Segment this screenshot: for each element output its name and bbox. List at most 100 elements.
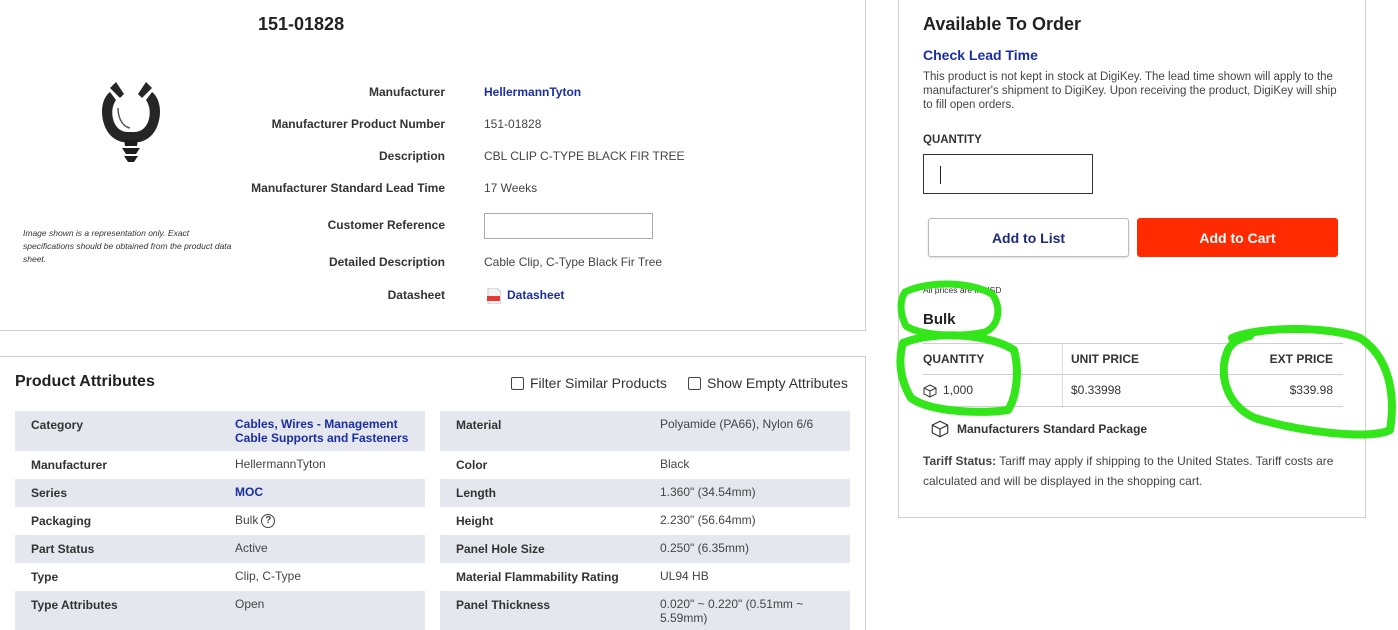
text-cursor: [940, 166, 941, 184]
table-row: Series MOC: [15, 479, 425, 507]
series-link[interactable]: MOC: [235, 485, 263, 499]
attr-name: Part Status: [31, 542, 95, 556]
table-row: Packaging Bulk?: [15, 507, 425, 535]
detail-label: Customer Reference: [327, 218, 445, 232]
attr-value: Clip, C-Type: [235, 569, 302, 583]
box-icon: [931, 420, 949, 438]
attr-value: 0.250" (6.35mm): [660, 541, 749, 555]
attr-name: Material Flammability Rating: [456, 570, 619, 584]
detail-row-manufacturer: Manufacturer HellermannTyton: [0, 85, 866, 105]
table-row: Part Status Active: [15, 535, 425, 563]
detail-value: 151-01828: [484, 117, 542, 131]
detail-row-mpn: Manufacturer Product Number 151-01828: [0, 117, 866, 137]
unit-price: $0.33998: [1071, 383, 1122, 397]
attr-value: Polyamide (PA66), Nylon 6/6: [660, 417, 814, 431]
pdf-icon: [487, 288, 501, 304]
header-unit-price: UNIT PRICE: [1071, 352, 1140, 366]
attr-value: Black: [660, 457, 690, 471]
detail-value: 17 Weeks: [484, 181, 538, 195]
attr-value: Active: [235, 541, 268, 555]
detail-row-lead-time: Manufacturer Standard Lead Time 17 Weeks: [0, 181, 866, 201]
table-row: Manufacturer HellermannTyton: [15, 451, 425, 479]
attr-name: Length: [456, 486, 496, 500]
attr-value: Bulk?: [235, 513, 276, 528]
tariff-status: Tariff Status: Tariff may apply if shipp…: [923, 451, 1343, 491]
check-lead-time-link[interactable]: Check Lead Time: [923, 47, 1038, 63]
attr-value: UL94 HB: [660, 569, 709, 583]
show-empty-checkbox[interactable]: [688, 376, 701, 390]
lead-time-note: This product is not kept in stock at Dig…: [923, 71, 1337, 111]
manufacturer-link[interactable]: HellermannTyton: [484, 85, 581, 99]
standard-package-note: Manufacturers Standard Package: [931, 420, 1147, 438]
table-row: Type Clip, C-Type: [15, 563, 425, 591]
order-title: Available To Order: [923, 14, 1082, 34]
attr-name: Panel Thickness: [456, 598, 551, 612]
attr-name: Type: [31, 570, 59, 584]
table-row: Type Attributes Open: [15, 591, 425, 630]
filter-similar-label: Filter Similar Products: [530, 375, 667, 391]
attr-value: Open: [235, 597, 265, 611]
add-to-cart-button[interactable]: Add to Cart: [1137, 218, 1338, 257]
ext-price: $339.98: [1289, 383, 1333, 397]
quantity-input[interactable]: [923, 154, 1093, 194]
detail-row-detailed-description: Detailed Description Cable Clip, C-Type …: [0, 255, 866, 275]
order-panel: Available To Order Check Lead Time This …: [898, 0, 1366, 518]
section-heading: Product Attributes: [15, 373, 155, 390]
header-quantity: QUANTITY: [923, 352, 985, 366]
quantity-label: QUANTITY: [923, 134, 982, 146]
detail-label: Description: [378, 149, 445, 163]
table-row: Material Flammability Rating UL94 HB: [440, 563, 850, 591]
table-row: Color Black: [440, 451, 850, 479]
datasheet-link[interactable]: Datasheet: [507, 288, 564, 302]
detail-label: Manufacturer Product Number: [271, 117, 445, 131]
attr-name: Series: [31, 486, 68, 500]
attr-name: Height: [456, 514, 494, 528]
packaging-value: Bulk: [235, 513, 259, 527]
box-icon: [923, 384, 937, 398]
attr-value: 1.360" (34.54mm): [660, 485, 756, 499]
filter-similar-checkbox[interactable]: [511, 376, 524, 390]
detail-row-datasheet: Datasheet Datasheet: [0, 288, 866, 308]
detail-value: Cable Clip, C-Type Black Fir Tree: [484, 255, 663, 269]
attr-name: Type Attributes: [31, 598, 118, 612]
table-row: Panel Hole Size 0.250" (6.35mm): [440, 535, 850, 563]
price-quantity: 1,000: [923, 383, 973, 398]
datasheet-link-wrapper[interactable]: Datasheet: [487, 288, 564, 304]
table-row: Category Cables, Wires - Management Cabl…: [15, 411, 425, 451]
detail-row-description: Description CBL CLIP C-TYPE BLACK FIR TR…: [0, 149, 866, 169]
product-attributes-section: Product Attributes Filter Similar Produc…: [0, 356, 866, 630]
price-table-row: 1,000 $0.33998 $339.98: [923, 375, 1343, 407]
attr-value: HellermannTyton: [235, 457, 326, 471]
table-row: Material Polyamide (PA66), Nylon 6/6: [440, 411, 850, 451]
detail-value: CBL CLIP C-TYPE BLACK FIR TREE: [484, 149, 685, 163]
tier-quantity: 1,000: [943, 383, 974, 397]
attr-name: Material: [456, 418, 502, 432]
attributes-table-right: Material Polyamide (PA66), Nylon 6/6 Col…: [440, 411, 850, 630]
attr-name: Color: [456, 458, 488, 472]
attr-name: Packaging: [31, 514, 92, 528]
customer-reference-input[interactable]: [484, 213, 653, 239]
attributes-table-left: Category Cables, Wires - Management Cabl…: [15, 411, 425, 630]
detail-label: Datasheet: [387, 288, 445, 302]
show-empty-label: Show Empty Attributes: [707, 375, 848, 391]
add-to-list-button[interactable]: Add to List: [928, 218, 1129, 257]
table-row: Length 1.360" (34.54mm): [440, 479, 850, 507]
currency-note: All prices are in USD: [923, 285, 1002, 295]
header-ext-price: EXT PRICE: [1269, 352, 1333, 366]
tariff-label: Tariff Status:: [923, 454, 997, 468]
detail-row-customer-reference: Customer Reference: [0, 218, 866, 238]
price-table-header: QUANTITY UNIT PRICE EXT PRICE: [923, 343, 1343, 408]
attr-value: 0.020" ~ 0.220" (0.51mm ~ 5.59mm): [660, 597, 804, 625]
packaging-heading: Bulk: [923, 311, 956, 328]
standard-package-label: Manufacturers Standard Package: [957, 422, 1148, 436]
show-empty-option[interactable]: Show Empty Attributes: [688, 375, 848, 391]
table-row: Height 2.230" (56.64mm): [440, 507, 850, 535]
category-link[interactable]: Cables, Wires - Management Cable Support…: [235, 417, 408, 445]
attr-name: Panel Hole Size: [456, 542, 545, 556]
detail-label: Manufacturer: [368, 85, 445, 99]
filter-similar-option[interactable]: Filter Similar Products: [511, 375, 667, 391]
detail-label: Detailed Description: [328, 255, 445, 269]
attr-value: 2.230" (56.64mm): [660, 513, 756, 527]
page-title: 151-01828: [258, 14, 345, 34]
help-icon[interactable]: ?: [261, 513, 276, 528]
